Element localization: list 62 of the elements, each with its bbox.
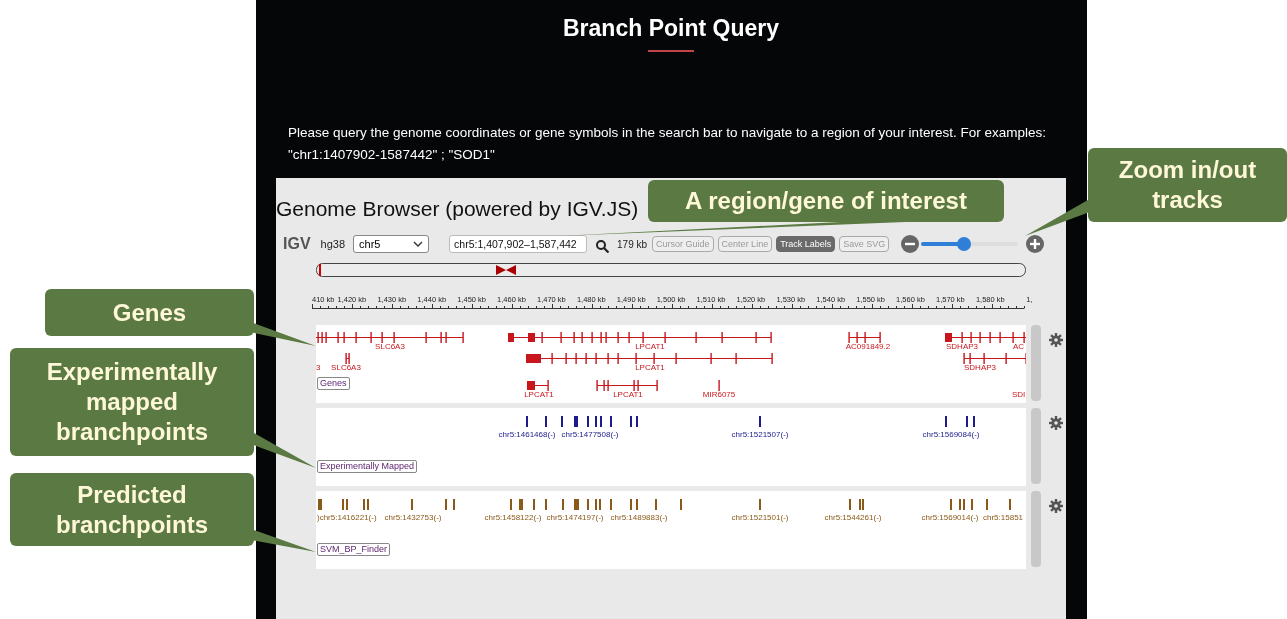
callout-label: Predicted branchpoints bbox=[10, 473, 254, 546]
branchpoint-label: chr5:15851 bbox=[983, 513, 1024, 522]
branchpoint-label: chr5:1569014(-) bbox=[921, 513, 979, 522]
settings-icon[interactable] bbox=[1049, 416, 1063, 430]
branchpoint-label: chr5:1474197(-) bbox=[546, 513, 604, 522]
gene-model[interactable] bbox=[848, 332, 881, 343]
gene-model[interactable] bbox=[596, 380, 658, 391]
callout-label: Zoom in/out tracks bbox=[1088, 148, 1287, 222]
instructions-text: Please query the genome coordinates or gene symbols in the search bar to navigate to a region of your interest. For examples: "chr1:1407902-1587442" ; "SOD1" bbox=[288, 124, 1047, 164]
settings-icon[interactable] bbox=[1049, 333, 1063, 347]
branchpoint-label: chr5:1544261(-) bbox=[824, 513, 882, 522]
gene-label: SDI bbox=[1012, 390, 1026, 399]
track-scrollbar[interactable] bbox=[1031, 325, 1041, 401]
page-title: Branch Point Query bbox=[563, 14, 779, 42]
search-icon[interactable] bbox=[596, 239, 610, 253]
window-width-label: 179 kb bbox=[617, 238, 648, 250]
branchpoint-label: )chr5:1416221(-) bbox=[317, 513, 377, 522]
gene-label: 3 bbox=[316, 363, 321, 372]
genome-label: hg38 bbox=[320, 238, 346, 250]
gene-label: LPCAT1 bbox=[613, 390, 643, 399]
browser-heading: Genome Browser (powered by IGV.JS) bbox=[276, 196, 639, 222]
gene-model[interactable] bbox=[963, 353, 1026, 364]
gene-model[interactable] bbox=[316, 332, 464, 343]
branchpoint-label: chr5:1461468(-) bbox=[498, 430, 556, 439]
zoom-in-icon[interactable] bbox=[1026, 235, 1045, 253]
track-name-label: Genes bbox=[317, 377, 350, 390]
branchpoint-label: chr5:1521507(-) bbox=[731, 430, 789, 439]
gene-model[interactable] bbox=[345, 353, 350, 364]
branchpoint-label: chr5:1569084(-) bbox=[922, 430, 980, 439]
chromosome-dropdown[interactable]: chr5 bbox=[353, 235, 430, 253]
caret-icon bbox=[413, 241, 424, 247]
gene-label: SLC6A3 bbox=[331, 363, 361, 372]
gene-label: MIR6075 bbox=[702, 390, 736, 399]
branchpoint-label: chr5:1489883(-) bbox=[610, 513, 668, 522]
track-name-label: Experimentally Mapped bbox=[317, 460, 418, 473]
zoom-out-icon[interactable] bbox=[901, 235, 920, 253]
gene-model[interactable] bbox=[526, 380, 549, 391]
branchpoint-label: chr5:1477508(-) bbox=[561, 430, 619, 439]
callout-label: Genes bbox=[45, 289, 254, 336]
locus-search-field[interactable]: chr5:1,407,902–1,587,442 bbox=[449, 235, 588, 253]
gene-label: SDHAP3 bbox=[964, 363, 996, 372]
gene-label: SLC6A3 bbox=[375, 342, 405, 351]
gene-model[interactable] bbox=[525, 353, 773, 364]
settings-icon[interactable] bbox=[1049, 499, 1063, 513]
gene-label: AC091849.2 bbox=[845, 342, 891, 351]
callout-label: Experimentally mapped branchpoints bbox=[10, 348, 254, 456]
gene-model[interactable] bbox=[944, 332, 1026, 343]
gene-label: LPCAT1 bbox=[635, 342, 665, 351]
track-name-label: SVM_BP_Finder bbox=[317, 543, 391, 556]
igv-logo: IGV bbox=[283, 235, 311, 253]
gene-model[interactable] bbox=[507, 332, 772, 343]
zoom-slider[interactable] bbox=[921, 237, 1019, 251]
toolbar-button[interactable]: Track Labels bbox=[776, 236, 836, 252]
branchpoint-label: chr5:1458122(-) bbox=[484, 513, 542, 522]
gene-label: LPCAT1 bbox=[635, 363, 665, 372]
track-scrollbar[interactable] bbox=[1031, 408, 1041, 484]
gene-label: LPCAT1 bbox=[524, 390, 554, 399]
branchpoint-label: chr5:1432753(-) bbox=[384, 513, 442, 522]
gene-label: SDHAP3 bbox=[946, 342, 978, 351]
track-scrollbar[interactable] bbox=[1031, 491, 1041, 567]
gene-label: AC bbox=[1013, 342, 1025, 351]
branchpoint-label: chr5:1521501(-) bbox=[731, 513, 789, 522]
